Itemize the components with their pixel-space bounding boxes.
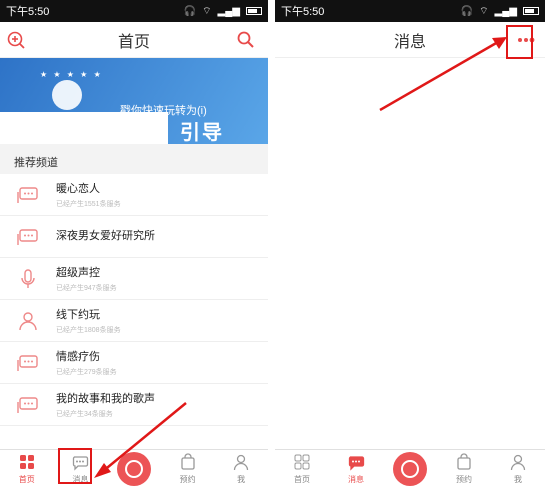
user-icon — [232, 453, 250, 473]
messages-navbar: 消息 — [275, 22, 545, 58]
tab-label: 我 — [237, 474, 246, 484]
channel-text: 情感疗伤 已经产生279条服务 — [56, 348, 117, 377]
channel-list: 暖心恋人 已经产生1551条服务 深夜男女爱好研究所 超级声控 已经产生947条… — [0, 174, 268, 426]
chat-bubble-icon — [16, 225, 40, 249]
highlight-more-button — [506, 25, 533, 59]
channel-title: 深夜男女爱好研究所 — [56, 230, 155, 242]
status-bar: 下午5:50 🎧 ⌔ ▂▄▆ — [0, 0, 268, 22]
messages-empty-area — [275, 58, 545, 449]
tab-user[interactable]: 我 — [491, 450, 545, 487]
record-icon — [116, 451, 151, 486]
channel-subtitle: 已经产生947条服务 — [56, 285, 117, 292]
banner-logo-icon — [52, 80, 82, 110]
channel-item[interactable]: 超级声控 已经产生947条服务 — [0, 258, 268, 300]
tab-record[interactable] — [383, 450, 437, 487]
chat-bubble-icon — [16, 393, 40, 417]
channel-title: 我的故事和我的歌声 — [56, 393, 155, 405]
banner-title: 引导 — [180, 122, 224, 144]
bag-icon — [179, 452, 197, 473]
battery-icon — [523, 7, 539, 15]
wifi-icon: ⌔ — [202, 5, 212, 17]
tab-label: 预约 — [179, 474, 196, 484]
channel-subtitle: 已经产生1551条服务 — [56, 201, 121, 208]
channel-text: 暖心恋人 已经产生1551条服务 — [56, 180, 121, 209]
channel-title: 情感疗伤 — [56, 351, 100, 363]
headphone-icon: 🎧 — [460, 5, 474, 17]
status-bar: 下午5:50 🎧 ⌔ ▂▄▆ — [275, 0, 545, 22]
microphone-icon — [16, 267, 40, 291]
grid-icon — [18, 453, 36, 473]
chat-bubble-icon — [16, 351, 40, 375]
channel-subtitle: 已经产生34条服务 — [56, 411, 113, 418]
channel-title: 线下约玩 — [56, 309, 100, 321]
tab-user[interactable]: 我 — [214, 450, 268, 487]
channel-title: 暖心恋人 — [56, 183, 100, 195]
record-icon — [393, 451, 427, 486]
bag-icon — [455, 452, 473, 473]
channel-text: 深夜男女爱好研究所 — [56, 227, 155, 246]
tab-label: 首页 — [294, 474, 310, 484]
wifi-icon: ⌔ — [479, 5, 489, 17]
tab-label: 我 — [514, 474, 522, 484]
guide-banner[interactable]: ★ ★ ★ ★ ★ 戳你快速玩转为(i) 引导 — [0, 58, 268, 144]
channel-text: 线下约玩 已经产生1808条服务 — [56, 306, 121, 335]
status-time: 下午5:50 — [281, 6, 325, 18]
channel-item[interactable]: 暖心恋人 已经产生1551条服务 — [0, 174, 268, 216]
tab-bag[interactable]: 预约 — [161, 450, 215, 487]
channel-item[interactable]: 情感疗伤 已经产生279条服务 — [0, 342, 268, 384]
stars-decoration-icon: ★ ★ ★ ★ ★ — [40, 70, 103, 79]
tab-record[interactable] — [107, 450, 161, 487]
highlight-message-tab — [58, 448, 92, 484]
person-icon — [16, 309, 40, 333]
user-icon — [509, 453, 527, 473]
tab-message[interactable]: 消息 — [329, 450, 383, 487]
page-title: 消息 — [393, 33, 426, 51]
chat-bubble-icon — [16, 183, 40, 207]
channel-subtitle: 已经产生1808条服务 — [56, 327, 121, 334]
channel-text: 我的故事和我的歌声 已经产生34条服务 — [56, 390, 155, 419]
channel-item[interactable]: 线下约玩 已经产生1808条服务 — [0, 300, 268, 342]
channel-subtitle: 已经产生279条服务 — [56, 369, 117, 376]
battery-icon — [246, 7, 262, 15]
message-icon — [347, 453, 365, 473]
tab-label: 预约 — [456, 474, 472, 484]
headphone-icon: 🎧 — [183, 5, 197, 17]
home-navbar: 首页 — [0, 22, 268, 58]
tab-grid[interactable]: 首页 — [275, 450, 329, 487]
channel-item[interactable]: 我的故事和我的歌声 已经产生34条服务 — [0, 384, 268, 426]
bottom-tab-bar: 首页 消息 预约 我 — [275, 449, 545, 487]
status-icons: 🎧 ⌔ ▂▄▆ — [461, 5, 539, 18]
tab-bag[interactable]: 预约 — [437, 450, 491, 487]
grid-icon — [293, 453, 311, 473]
channel-item[interactable]: 深夜男女爱好研究所 — [0, 216, 268, 258]
status-icons: 🎧 ⌔ ▂▄▆ — [184, 5, 262, 18]
tab-label: 首页 — [18, 474, 35, 484]
channel-title: 超级声控 — [56, 267, 100, 279]
signal-icon: ▂▄▆ — [217, 5, 240, 17]
bottom-tab-bar: 首页 消息 预约 我 — [0, 449, 268, 487]
redaction-block — [0, 112, 168, 144]
channel-text: 超级声控 已经产生947条服务 — [56, 264, 117, 293]
signal-icon: ▂▄▆ — [494, 5, 517, 17]
home-screen: 下午5:50 🎧 ⌔ ▂▄▆ 首页 ★ ★ ★ ★ ★ 戳你快速玩转为(i) 引… — [0, 0, 268, 487]
page-title: 首页 — [117, 33, 150, 51]
add-search-icon[interactable] — [6, 30, 26, 50]
search-icon[interactable] — [236, 30, 256, 50]
panel-divider — [268, 0, 275, 487]
tab-label: 消息 — [348, 474, 364, 484]
status-time: 下午5:50 — [6, 6, 50, 18]
messages-screen: 下午5:50 🎧 ⌔ ▂▄▆ 消息 首页 消息 预约 我 — [275, 0, 545, 487]
tab-grid[interactable]: 首页 — [0, 450, 54, 487]
section-title: 推荐频道 — [0, 144, 268, 174]
